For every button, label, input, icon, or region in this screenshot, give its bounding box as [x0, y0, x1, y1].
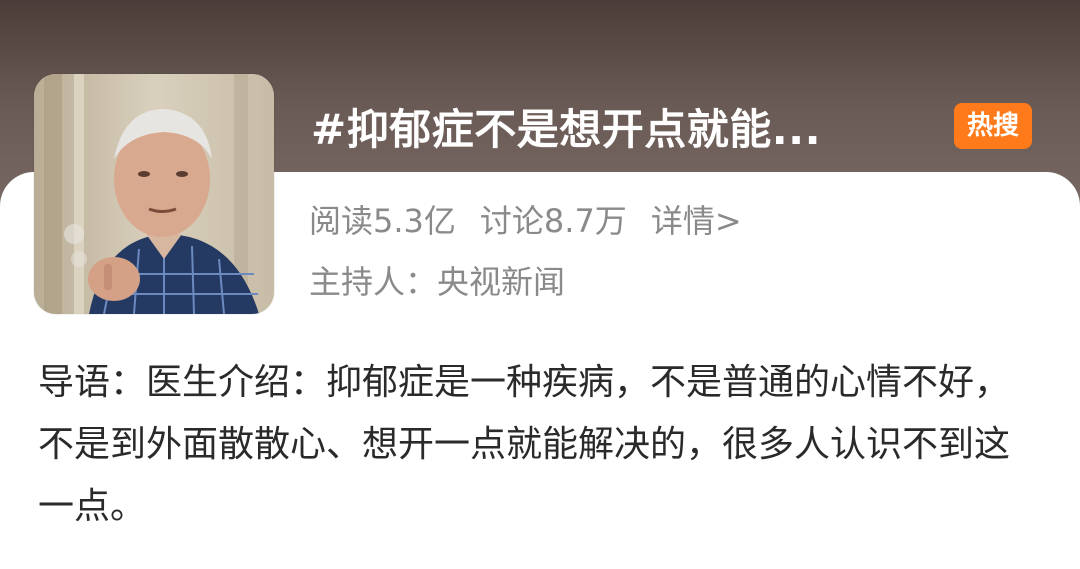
topic-stats: 阅读5.3亿 讨论8.7万 详情> — [309, 196, 766, 246]
read-count: 阅读5.3亿 — [309, 202, 456, 240]
hot-search-badge: 热搜 — [954, 103, 1032, 149]
details-link[interactable]: 详情> — [651, 202, 742, 240]
topic-intro: 导语：医生介绍：抑郁症是一种疾病，不是普通的心情不好，不是到外面散散心、想开一点… — [38, 362, 1011, 527]
topic-title[interactable]: #抑郁症不是想开点就能... — [311, 100, 931, 160]
topic-thumbnail[interactable] — [34, 74, 274, 314]
topic-host[interactable]: 主持人：央视新闻 — [309, 257, 565, 307]
doctor-portrait-image — [34, 74, 274, 314]
discussion-count: 讨论8.7万 — [479, 202, 627, 240]
